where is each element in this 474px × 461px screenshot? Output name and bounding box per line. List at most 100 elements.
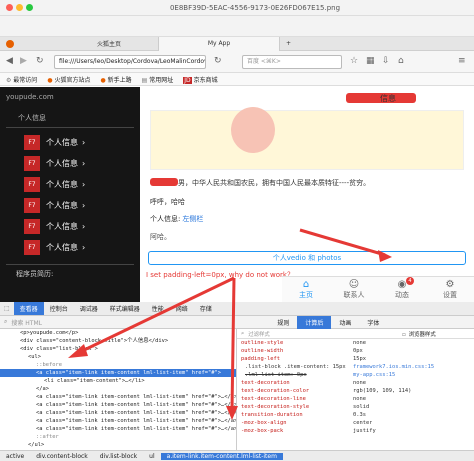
sidebar-item[interactable]: F7 个人信息 › xyxy=(0,132,140,153)
chevron-right-icon: › xyxy=(82,138,86,147)
breadcrumb-item[interactable]: div.content-block xyxy=(30,453,94,460)
breadcrumb-item[interactable]: ul xyxy=(143,453,160,460)
browser-styles-checkbox[interactable]: ☐ 浏览器样式 xyxy=(402,330,435,338)
style-row[interactable]: transition-duration 0.3s xyxy=(237,411,474,419)
tab-style-editor[interactable]: 样式编辑器 xyxy=(104,304,146,313)
html-node[interactable]: </a> xyxy=(0,385,236,393)
selected-html-node[interactable]: <a class="item-link item-content lml-lis… xyxy=(0,369,236,377)
style-row[interactable]: text-decoration-color rgb(109, 109, 114) xyxy=(237,387,474,395)
reload-icon[interactable]: ↻ xyxy=(36,56,44,66)
bookmark-item[interactable]: ● 新手上路 xyxy=(100,75,131,84)
tab-feed[interactable]: ◉ 动态 4 xyxy=(378,277,426,300)
html-node[interactable]: <a class="item-link item-content lml-lis… xyxy=(0,401,236,409)
html-node[interactable]: <div class="content-block-title">个人信息</d… xyxy=(0,337,236,345)
tab-performance[interactable]: 性能 xyxy=(146,304,170,313)
html-node[interactable]: <ul> xyxy=(0,353,236,361)
tab-storage[interactable]: 存储 xyxy=(194,304,218,313)
style-row[interactable]: -moz-box-align center xyxy=(237,419,474,427)
sidebar-item[interactable]: F7 个人信息 › xyxy=(0,174,140,195)
style-row[interactable]: text-decoration-style solid xyxy=(237,403,474,411)
filter-styles-input[interactable]: 过滤样式 xyxy=(248,330,358,338)
annotation-text: I set padding-left=0px, why do not work？ xyxy=(146,271,294,279)
extra-text: 阿哈。 xyxy=(150,233,171,241)
tab-animations[interactable]: 动画 xyxy=(331,316,359,329)
tab-my-app[interactable]: My App xyxy=(158,36,280,51)
html-node[interactable]: ::before xyxy=(0,361,236,369)
new-tab-button[interactable]: + xyxy=(280,37,297,51)
html-node[interactable]: <a class="item-link item-content lml-lis… xyxy=(0,409,236,417)
tab-firefox-home[interactable]: 火狐主页 xyxy=(60,37,158,51)
heart-shape xyxy=(231,107,275,153)
forward-icon[interactable]: ▶ xyxy=(20,56,27,66)
html-node[interactable]: ::after xyxy=(0,433,236,441)
pick-element-icon[interactable]: ⬚ xyxy=(0,305,14,312)
bookmark-item[interactable]: ● 火狐官方站点 xyxy=(47,75,90,84)
html-search-input[interactable]: 搜索 HTML xyxy=(11,318,131,327)
style-source-row[interactable]: .lml-list-item: 0px my-app.css:15 xyxy=(237,371,474,379)
sidebar-item[interactable]: F7 个人信息 › xyxy=(0,216,140,237)
chevron-right-icon: › xyxy=(82,159,86,168)
media-button[interactable]: 个人vedio 和 photos xyxy=(148,251,466,265)
html-node[interactable]: <a class="item-link item-content lml-lis… xyxy=(0,425,236,433)
breadcrumb-item-active[interactable]: a.item-link.item-content.lml-list-item xyxy=(160,452,283,460)
html-tree: <p>youpude.com</p> <div class="content-b… xyxy=(0,329,236,450)
close-window-button[interactable] xyxy=(6,4,13,11)
tab-inspector[interactable]: 查看器 xyxy=(13,302,44,315)
library-icon[interactable]: ▦ xyxy=(366,56,375,66)
tab-settings[interactable]: ⚙ 设置 xyxy=(426,279,474,300)
tab-rules[interactable]: 规则 xyxy=(269,316,297,329)
bookmark-item[interactable]: ▤ 常用网址 xyxy=(142,75,174,84)
tab-network[interactable]: 网络 xyxy=(170,304,194,313)
minimize-window-button[interactable] xyxy=(16,4,23,11)
settings-icon: ⚙ xyxy=(445,279,455,290)
tab-contacts[interactable]: ☺ 联系人 xyxy=(330,279,378,300)
html-node[interactable]: <li class="item-content">…</li> xyxy=(0,377,236,385)
style-row[interactable]: -moz-box-pack justify xyxy=(237,427,474,435)
maximize-window-button[interactable] xyxy=(26,4,33,11)
url-bar[interactable]: file:///Users/leo/Desktop/Cordova/LeoMal… xyxy=(54,55,206,69)
html-node[interactable]: <p>youpude.com</p> xyxy=(0,329,236,337)
firefox-home-icon xyxy=(0,37,60,51)
html-node[interactable]: </ul> xyxy=(0,441,236,449)
menu-icon[interactable]: ≡ xyxy=(458,56,466,66)
back-icon[interactable]: ◀ xyxy=(6,56,13,66)
chevron-right-icon: › xyxy=(82,222,86,231)
sidebar-item[interactable]: F7 个人信息 › xyxy=(0,153,140,174)
sidebar-item[interactable]: F7 个人信息 › xyxy=(0,195,140,216)
style-row[interactable]: outline-style none xyxy=(237,339,474,347)
html-node[interactable]: <a class="item-link item-content lml-lis… xyxy=(0,417,236,425)
home-button-icon[interactable]: ⌂ xyxy=(398,56,404,66)
sidebar-list: F7 个人信息 › F7 个人信息 › F7 个人信息 › F7 个人信息 › F7 个人信息 › … xyxy=(0,132,140,258)
style-row[interactable]: text-decoration-line none xyxy=(237,395,474,403)
greeting-text: 呼呼，哈哈 xyxy=(150,198,185,206)
site-name: youpude.com xyxy=(6,93,54,101)
search-input[interactable]: 百度 <⌘K> xyxy=(242,55,342,69)
header-illustration xyxy=(150,107,464,170)
title-bar: 0E8BF39D-5EAC-4556-9173-0E26FD067E15.png xyxy=(0,0,474,16)
bookmark-item[interactable]: JD 京东商城 xyxy=(183,75,218,84)
breadcrumb-item[interactable]: active xyxy=(0,453,30,460)
tab-debugger[interactable]: 调试器 xyxy=(74,304,104,313)
html-node[interactable]: <div class="list-block"> xyxy=(0,345,236,353)
tab-computed[interactable]: 计算后 xyxy=(297,315,332,329)
devtools-tabs: ⬚ 查看器 控制台 调试器 样式编辑器 性能 网络 存储 xyxy=(0,302,474,316)
style-row[interactable]: outline-width 0px xyxy=(237,347,474,355)
star-icon[interactable]: ☆ xyxy=(350,56,358,66)
download-icon[interactable]: ⇩ xyxy=(382,56,390,66)
chevron-right-icon: › xyxy=(82,243,86,252)
html-node[interactable]: <a class="item-link item-content lml-lis… xyxy=(0,393,236,401)
style-source-row[interactable]: .list-block .item-content: 15px framework… xyxy=(237,363,474,371)
style-row[interactable]: text-decoration none xyxy=(237,379,474,387)
sidebar-link[interactable]: 左侧栏 xyxy=(182,214,203,224)
tab-fonts[interactable]: 字体 xyxy=(359,316,387,329)
reload-page-icon[interactable]: ↻ xyxy=(214,56,222,66)
tab-home[interactable]: ⌂ 主页 xyxy=(282,279,330,300)
breadcrumb-item[interactable]: div.list-block xyxy=(94,453,143,460)
info-row: 个人信息: 左侧栏 xyxy=(150,214,204,224)
chevron-right-icon: › xyxy=(82,180,86,189)
bio-text: 男，中华人民共和国农民，拥有中国人民最本质特征----贫穷。 xyxy=(178,179,371,187)
tab-console[interactable]: 控制台 xyxy=(44,304,74,313)
sidebar-item[interactable]: F7 个人信息 › xyxy=(0,237,140,258)
bookmark-item[interactable]: ⚙ 最常访问 xyxy=(6,75,37,84)
style-row[interactable]: padding-left 15px xyxy=(237,355,474,363)
